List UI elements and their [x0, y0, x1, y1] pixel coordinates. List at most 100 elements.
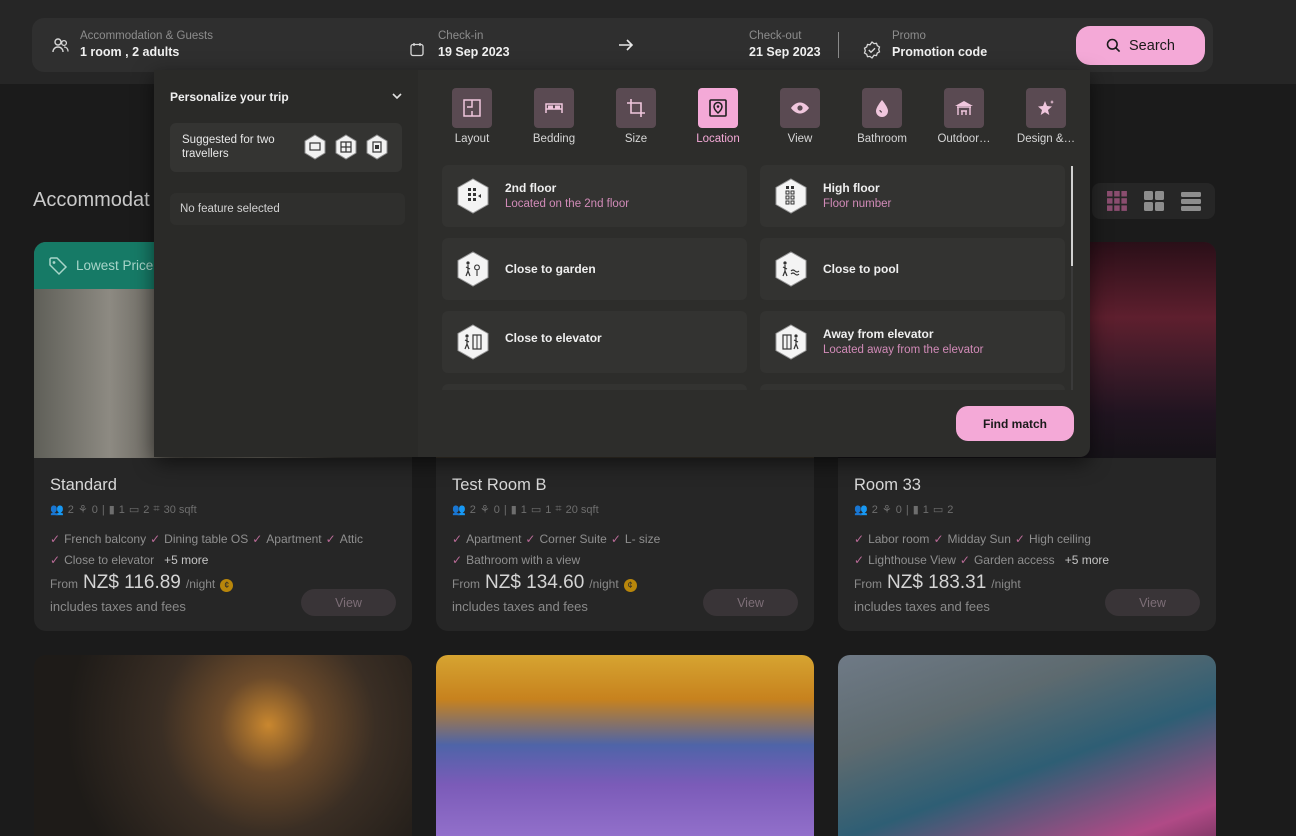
- feature: Apartment: [466, 532, 522, 546]
- find-match-button[interactable]: Find match: [956, 406, 1074, 441]
- promo-field[interactable]: Promo Promotion code: [892, 29, 987, 60]
- promo-value: Promotion code: [892, 45, 988, 59]
- kids-icon: ⚘: [479, 504, 490, 516]
- check-icon: ✓: [854, 553, 865, 567]
- price-from: From: [50, 577, 78, 591]
- list-icon[interactable]: [1180, 190, 1202, 212]
- scrollbar-thumb[interactable]: [1071, 166, 1073, 266]
- pool-icon: [775, 251, 807, 287]
- checkin-label: Check-in: [438, 30, 484, 42]
- more-features-link[interactable]: +5 more: [164, 553, 208, 567]
- price-value: NZ$ 116.89: [83, 572, 181, 593]
- tab-label: View: [787, 133, 813, 145]
- grid-3-icon[interactable]: [1106, 190, 1128, 212]
- search-button[interactable]: Search: [1076, 26, 1205, 65]
- more-features-link[interactable]: +5 more: [1065, 553, 1109, 567]
- tab-bathroom[interactable]: Bathroom: [842, 88, 922, 145]
- feature-line: ✓ Lighthouse View ✓ Garden access +5 more: [854, 553, 1109, 567]
- door-icon: ▮: [912, 504, 919, 516]
- tab-label: Design &…: [1016, 133, 1076, 145]
- tab-label: Size: [624, 133, 648, 145]
- guests-value: 1 room , 2 adults: [80, 45, 180, 59]
- option-name: Close to garden: [505, 262, 596, 276]
- feature: Lighthouse View: [868, 553, 956, 567]
- pavilion-icon: [944, 88, 984, 128]
- guests-field[interactable]: Accommodation & Guests 1 room , 2 adults: [80, 29, 213, 60]
- feature-line: ✓ Close to elevator +5 more: [50, 553, 208, 567]
- crop-icon: ⌗: [555, 503, 562, 515]
- tab-location[interactable]: Location: [678, 88, 758, 145]
- room-meta: 👥 2 ⚘ 0 | ▮ 1 ▭ 2 ⌗ 30 sqft: [50, 503, 197, 516]
- floor-icon: [457, 178, 489, 214]
- beds-count: 2: [143, 503, 150, 516]
- selected-features: No feature selected: [170, 193, 405, 225]
- option-high-floor[interactable]: High floor Floor number: [760, 165, 1065, 227]
- tab-bedding[interactable]: Bedding: [514, 88, 594, 145]
- price-from: From: [452, 577, 480, 591]
- room-card-body: Room 33 👥 2 ⚘ 0 | ▮ 1 ▭ 2 ✓ Labor room ✓ Midda…: [838, 458, 1216, 631]
- kids-icon: ⚘: [77, 504, 88, 516]
- tab-design[interactable]: Design &…: [1006, 88, 1086, 145]
- tab-outdoor[interactable]: Outdoor…: [924, 88, 1004, 145]
- room-meta: 👥 2 ⚘ 0 | ▮ 1 ▭ 1 ⌗ 20 sqft: [452, 503, 599, 516]
- guests-count: 2: [469, 503, 476, 516]
- view-button[interactable]: View: [703, 589, 798, 616]
- grid-2-icon[interactable]: [1143, 190, 1165, 212]
- feature: Garden access: [973, 553, 1055, 567]
- feature: Bathroom with a view: [466, 553, 581, 567]
- chevron-down-icon[interactable]: [391, 90, 403, 102]
- view-button[interactable]: View: [301, 589, 396, 616]
- badge-check-icon: [863, 41, 881, 59]
- room-photo[interactable]: [838, 655, 1216, 836]
- check-icon: ✓: [50, 553, 61, 567]
- suggested-preset[interactable]: Suggested for two travellers: [170, 123, 402, 172]
- door-icon: ▮: [510, 504, 517, 516]
- bed-icon: [534, 88, 574, 128]
- separator: |: [503, 503, 507, 516]
- checkout-field[interactable]: Check-out 21 Sep 2023: [749, 29, 821, 60]
- view-button[interactable]: View: [1105, 589, 1200, 616]
- option-close-to-garden[interactable]: Close to garden: [442, 238, 747, 300]
- away-elevator-icon: [775, 324, 807, 360]
- arrow-right-icon: [619, 39, 634, 51]
- option-description: Located on the 2nd floor: [505, 198, 630, 210]
- doors-count: 1: [922, 503, 929, 516]
- room-size: 20 sqft: [565, 503, 599, 516]
- checkin-field[interactable]: Check-in 19 Sep 2023: [438, 29, 510, 60]
- high-floor-icon: [775, 178, 807, 214]
- feature: Close to elevator: [64, 553, 155, 567]
- option-close-to-elevator[interactable]: Close to elevator: [442, 311, 747, 373]
- option-name: Close to elevator: [505, 331, 602, 345]
- option-description: Floor number: [823, 198, 892, 210]
- feature: L- size: [624, 532, 661, 546]
- check-icon: ✓: [933, 532, 944, 546]
- guests-icon: 👥: [854, 504, 868, 516]
- room-title: Test Room B: [452, 476, 547, 494]
- lowest-price-badge: Lowest Price: [34, 242, 164, 289]
- tab-label: Location: [696, 133, 740, 145]
- feature: Attic: [339, 532, 364, 546]
- kids-count: 0: [91, 503, 98, 516]
- tab-size[interactable]: Size: [596, 88, 676, 145]
- per-night: /night: [185, 577, 216, 591]
- tab-view[interactable]: View: [760, 88, 840, 145]
- tab-layout[interactable]: Layout: [432, 88, 512, 145]
- room-photo[interactable]: [436, 655, 814, 836]
- price-row: From NZ$ 183.31 /night: [854, 572, 1021, 594]
- per-night: /night: [991, 577, 1021, 591]
- no-feature-text: No feature selected: [180, 203, 280, 215]
- location-pin-icon: [698, 88, 738, 128]
- room-photo[interactable]: [34, 655, 412, 836]
- option-2nd-floor[interactable]: 2nd floor Located on the 2nd floor: [442, 165, 747, 227]
- personalize-sidebar: Personalize your trip Suggested for two …: [154, 70, 418, 457]
- feature: Apartment: [266, 532, 322, 546]
- price-row: From NZ$ 116.89 /night ¢: [50, 572, 234, 594]
- checkin-value: 19 Sep 2023: [438, 45, 510, 59]
- price-value: NZ$ 183.31: [887, 572, 987, 593]
- option-close-to-pool[interactable]: Close to pool: [760, 238, 1065, 300]
- guests-icon: 👥: [452, 504, 466, 516]
- check-icon: ✓: [610, 532, 621, 546]
- check-icon: ✓: [959, 553, 970, 567]
- option-away-from-elevator[interactable]: Away from elevator Located away from the…: [760, 311, 1065, 373]
- feature: Midday Sun: [947, 532, 1011, 546]
